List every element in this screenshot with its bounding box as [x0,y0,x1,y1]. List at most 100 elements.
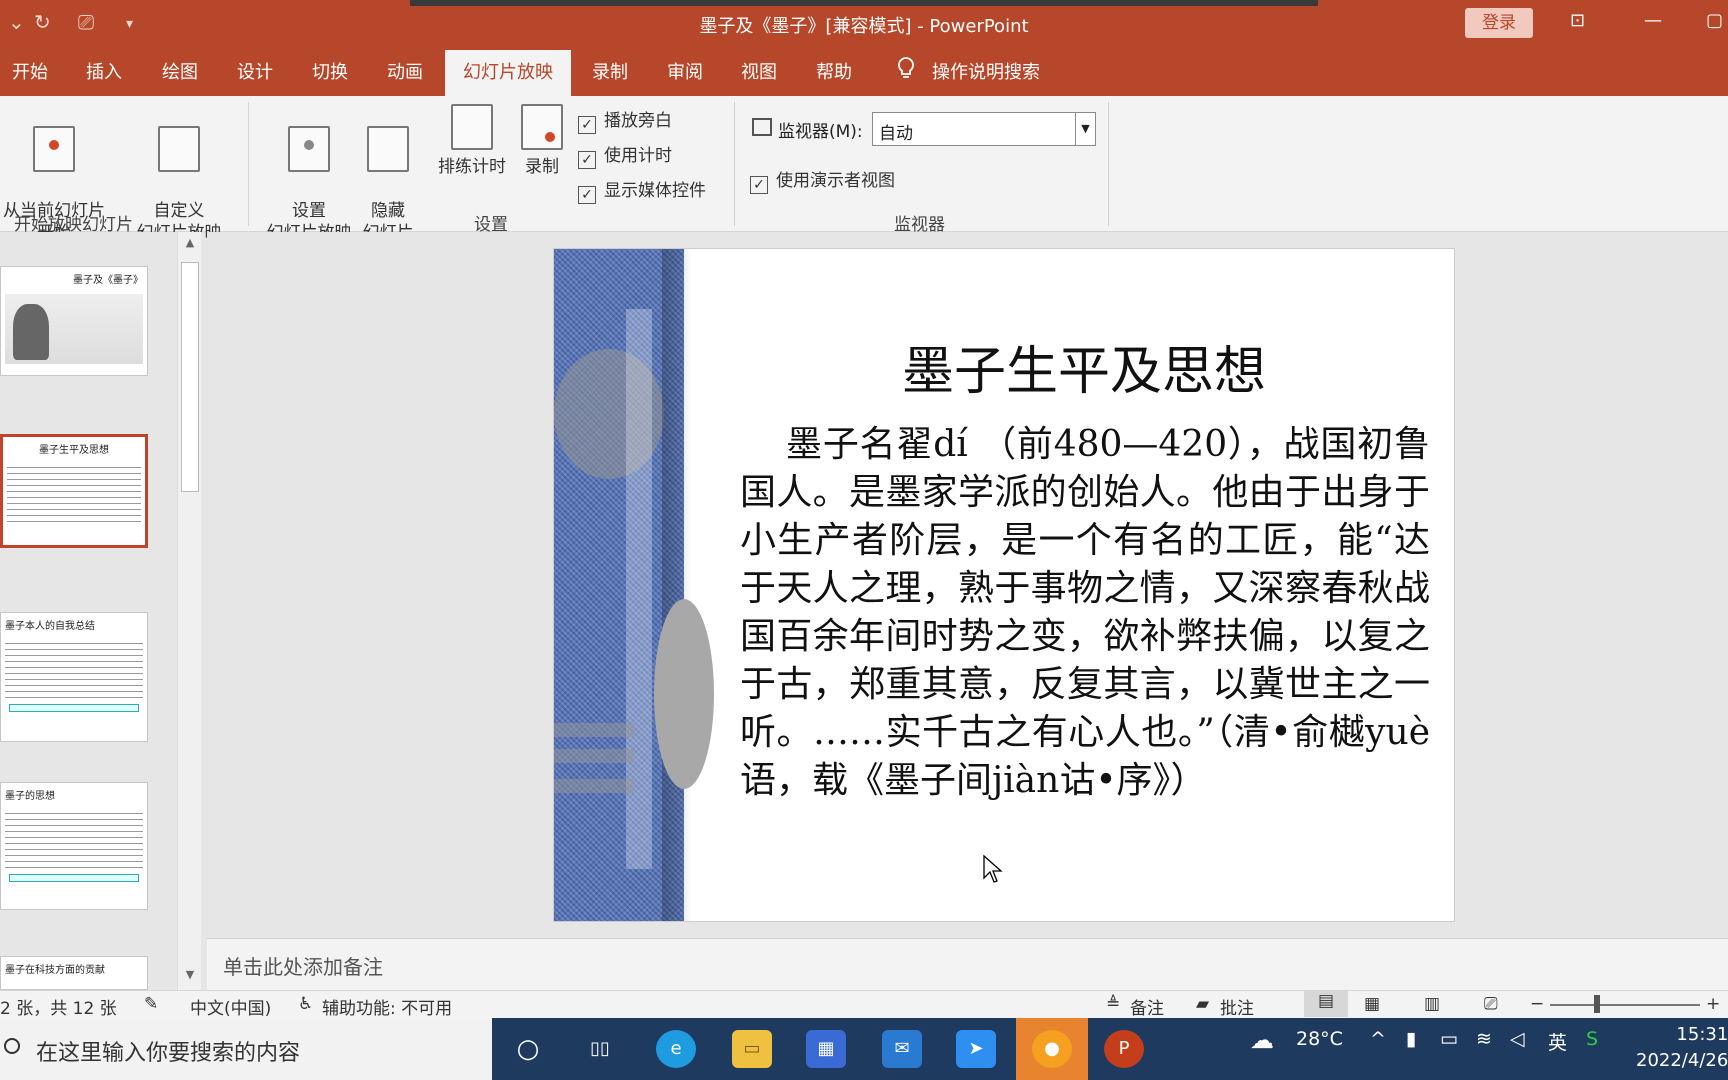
tab-view[interactable]: 视图 [741,58,777,84]
tab-animations[interactable]: 动画 [387,58,423,84]
rehearse-timings-button[interactable]: 排练计时 [434,104,510,178]
sogou-ime-icon[interactable]: S [1586,1028,1598,1050]
slideshow-view-icon[interactable]: ⎚ [1484,994,1498,1014]
recording-bar [410,0,1318,6]
custom-show-button[interactable]: 自定义 幻灯片放映 [124,104,234,244]
scroll-up-icon[interactable]: ▲ [178,236,202,249]
presenter-view-checkbox[interactable]: ✓ 使用演示者视图 [750,166,895,194]
use-timings-checkbox[interactable]: ✓ 使用计时 [578,141,672,169]
weather-cloud-icon[interactable]: ☁ [1250,1026,1274,1054]
slide-thumbnail-1[interactable]: 墨子及《墨子》 [0,266,148,376]
tab-draw[interactable]: 绘图 [162,58,198,84]
slide-sorter-icon[interactable]: ▦ [1364,994,1380,1014]
scrollbar-thumb[interactable] [181,262,199,492]
show-media-controls-checkbox[interactable]: ✓ 显示媒体控件 [578,176,706,204]
battery-icon[interactable]: ▭ [1440,1028,1458,1050]
rehearse-label: 排练计时 [438,157,506,177]
file-explorer-icon[interactable]: ▭ [732,1030,772,1068]
tray-overflow-icon[interactable]: ^ [1370,1028,1386,1050]
normal-view-icon[interactable]: ▤ [1304,991,1348,1017]
portrait-image [5,294,143,364]
thumbnail-scrollbar[interactable]: ▲ ▼ [177,232,201,990]
mail-icon[interactable]: ✉ [882,1030,922,1068]
wifi-icon[interactable]: ≋ [1476,1028,1492,1050]
slide-thumbnail-pane: 墨子及《墨子》 墨子生平及思想 墨子本人的自我总结 墨子的思想 墨子在科技方面的… [0,232,205,990]
language-indicator[interactable]: 中文(中国) [190,994,271,1019]
minimize-icon[interactable]: — [1644,10,1662,31]
hide-slide-button[interactable]: 隐藏 幻灯片 [360,104,416,244]
ime-indicator[interactable]: 英 [1548,1028,1567,1055]
hide-slide-icon [367,126,409,172]
system-clock[interactable]: 15:31 2022/4/26 [1636,1022,1728,1074]
scroll-down-icon[interactable]: ▼ [178,968,202,981]
tab-transitions[interactable]: 切换 [312,58,348,84]
setup-show-button[interactable]: 设置 幻灯片放映 [262,104,356,244]
ribbon-display-icon[interactable]: ⊡ [1570,10,1585,31]
powerpoint-icon[interactable]: P [1104,1030,1144,1068]
slide-thumbnail-2[interactable]: 墨子生平及思想 [0,434,148,548]
play-narration-checkbox[interactable]: ✓ 播放旁白 [578,106,672,134]
rehearse-clock-icon [451,104,493,150]
tab-record[interactable]: 录制 [592,58,628,84]
slide-thumbnail-5[interactable]: 墨子在科技方面的贡献 [0,956,148,990]
maximize-icon[interactable]: ▢ [1706,10,1723,31]
login-button[interactable]: 登录 [1465,8,1533,38]
slide-thumbnail-4[interactable]: 墨子的思想 [0,782,148,910]
thumb-title: 墨子本人的自我总结 [5,621,95,632]
spelling-icon[interactable]: ✎ [144,994,158,1014]
windows-taskbar: 在这里输入你要搜索的内容 ○ ▯▯ e ▭ ▦ ✉ ➤ ● P ☁ 28°C ^… [0,1018,1728,1080]
show-media-controls-label: 显示媒体控件 [604,181,706,201]
volume-icon[interactable]: ◁ [1510,1028,1525,1050]
recorder-app-icon[interactable]: ● [1032,1030,1072,1068]
thumb-title: 墨子及《墨子》 [73,275,143,286]
zoom-out-icon[interactable]: − [1530,994,1544,1014]
tab-slideshow[interactable]: 幻灯片放映 [445,50,571,96]
grey-ellipse-shape [654,599,714,789]
thumb-text-lines [5,638,143,698]
title-bar: ⌄ ↻ ⎚ ▾ 墨子及《墨子》[兼容模式] - PowerPoint 登录 ⊡ … [0,0,1728,46]
tell-me-search[interactable]: 操作说明搜索 [932,58,1040,84]
slide-thumbnail-3[interactable]: 墨子本人的自我总结 [0,612,148,742]
taskbar-search-placeholder: 在这里输入你要搜索的内容 [36,1041,301,1066]
microphone-icon[interactable]: ▮ [1406,1028,1416,1050]
feishu-icon[interactable]: ➤ [956,1030,996,1068]
notes-placeholder: 单击此处添加备注 [223,955,383,979]
play-narration-label: 播放旁白 [604,111,672,131]
zoom-slider-track[interactable] [1550,1004,1700,1006]
record-button[interactable]: 录制 [518,104,566,178]
temperature[interactable]: 28°C [1296,1028,1343,1050]
notes-icon: ≜ [1106,994,1121,1014]
accessibility-status[interactable]: 辅助功能: 不可用 [322,994,452,1019]
ribbon-separator [734,102,735,226]
slide-title[interactable]: 墨子生平及思想 [734,329,1434,404]
taskbar-search-input[interactable]: 在这里输入你要搜索的内容 [0,1018,492,1080]
ribbon-tabs: 开始 插入 绘图 设计 切换 动画 幻灯片放映 录制 审阅 视图 帮助 操作说明… [0,46,1728,96]
tab-review[interactable]: 审阅 [667,58,703,84]
ribbon: 从当前幻灯片 开始 自定义 幻灯片放映 开始放映幻灯片 设置 幻灯片放映 隐藏 … [0,96,1728,243]
slide-body-text[interactable]: 墨子名翟dí （前480—420），战国初鲁国人。是墨家学派的创始人。他由于出身… [740,421,1430,805]
zoom-slider-knob[interactable] [1594,995,1600,1013]
thumb-title: 墨子在科技方面的贡献 [5,965,105,976]
thumb-title: 墨子的思想 [5,791,55,802]
notes-toggle-button[interactable]: 备注 [1130,994,1164,1019]
thumb-text-lines [7,462,141,522]
comments-toggle-button[interactable]: 批注 [1220,994,1254,1019]
reading-view-icon[interactable]: ▥ [1424,994,1440,1014]
record-icon [521,104,563,150]
edge-browser-icon[interactable]: e [656,1030,696,1068]
monitor-select[interactable]: 自动 ▼ [872,112,1096,146]
notes-pane[interactable]: 单击此处添加备注 [207,938,1728,990]
lightbulb-icon [898,57,914,78]
microsoft-store-icon[interactable]: ▦ [806,1030,846,1068]
mouse-cursor-icon [983,854,1003,883]
cortana-icon[interactable]: ○ [508,1030,548,1068]
zoom-in-icon[interactable]: + [1706,994,1720,1014]
tab-insert[interactable]: 插入 [86,58,122,84]
tab-help[interactable]: 帮助 [816,58,852,84]
task-view-icon[interactable]: ▯▯ [580,1030,620,1068]
custom-show-icon [158,126,200,172]
monitor-select-value: 自动 [879,124,913,144]
current-slide[interactable]: 墨子生平及思想 墨子名翟dí （前480—420），战国初鲁国人。是墨家学派的创… [553,248,1455,922]
tab-home[interactable]: 开始 [12,58,48,84]
tab-design[interactable]: 设计 [237,58,273,84]
